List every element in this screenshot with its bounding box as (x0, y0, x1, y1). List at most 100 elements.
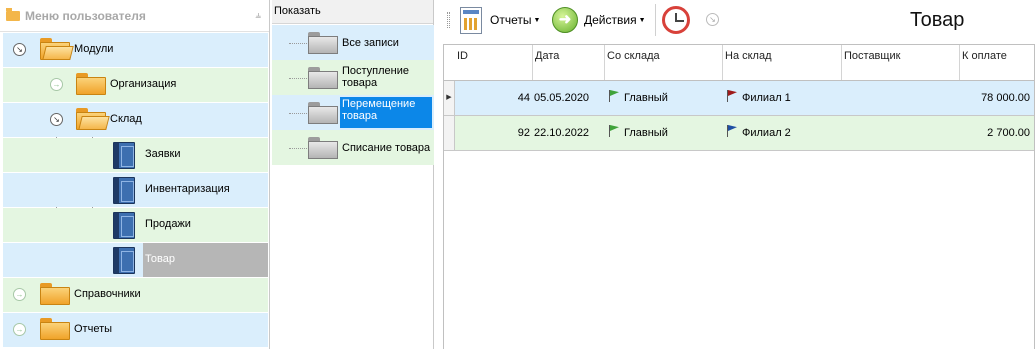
column-header-from[interactable]: Со склада (605, 45, 723, 80)
filter-item-label: Все записи (342, 37, 399, 49)
actions-button-label: Действия (584, 13, 637, 27)
tree-item-organization[interactable]: → Организация (3, 68, 268, 102)
folder-open-icon (40, 36, 74, 60)
folder-icon (308, 32, 338, 54)
tree-item-label: Продажи (145, 218, 191, 230)
cell-id: 92 (517, 127, 530, 139)
tree-item-label: Отчеты (74, 323, 113, 335)
tree-connector (289, 43, 307, 44)
column-header-amount[interactable]: К оплате (960, 45, 1034, 80)
filter-item-label: Списание товара (342, 142, 431, 154)
folder-open-icon (76, 106, 110, 130)
filter-item-transfer[interactable]: Перемещение товара (272, 95, 434, 130)
data-grid: ID Дата Со склада На склад Поставщик К о… (443, 44, 1035, 349)
tree-item-directories[interactable]: → Справочники (3, 278, 268, 312)
tree-item-label: Модули (74, 43, 114, 55)
tree-item-label: Справочники (74, 288, 141, 300)
flag-icon (608, 90, 620, 102)
tree-connector (289, 113, 307, 114)
cell-from: Главный (608, 116, 722, 150)
tree-item-label: Заявки (145, 148, 181, 160)
cell-to: Филиал 1 (726, 81, 840, 115)
filter-item-all[interactable]: Все записи (272, 25, 434, 60)
row-indicator (444, 116, 455, 150)
grid-header: ID Дата Со склада На склад Поставщик К о… (444, 45, 1034, 81)
column-header-id[interactable]: ID (455, 45, 533, 80)
book-icon (113, 142, 135, 169)
cell-date: 05.05.2020 (534, 92, 590, 104)
folder-icon (40, 316, 70, 340)
tree-connector (289, 148, 307, 149)
tree-item-modules[interactable]: ↘ Модули (3, 33, 268, 67)
tree-connector (289, 78, 307, 79)
tree-item-goods[interactable]: Товар (3, 243, 268, 277)
folder-icon (308, 137, 338, 159)
cell-id: 44 (517, 92, 530, 104)
book-icon (113, 247, 135, 274)
folder-icon (6, 7, 20, 21)
page-title: Товар (910, 9, 965, 31)
row-indicator-icon: ▶ (444, 81, 455, 115)
column-header-date[interactable]: Дата (533, 45, 605, 80)
filter-panel: Показать Все записи Поступление товара П… (272, 0, 434, 349)
user-menu-title: Меню пользователя (25, 8, 146, 23)
toolbar: Отчеты ▼ ➜ Действия ▼ ↘ Товар (437, 0, 1035, 40)
folder-icon (40, 281, 70, 305)
cell-from: Главный (608, 81, 722, 115)
reports-button-label: Отчеты (490, 13, 532, 27)
arrow-right-icon: ➜ (552, 7, 578, 33)
filter-item-writeoff[interactable]: Списание товара (272, 130, 434, 165)
expand-icon[interactable]: → (50, 78, 63, 91)
table-row[interactable]: 92 22.10.2022 Главный Филиал 2 2 700.00 (444, 116, 1034, 151)
folder-icon (308, 102, 338, 124)
cell-amount: 2 700.00 (987, 127, 1030, 139)
filter-header: Показать (272, 0, 433, 24)
expand-icon[interactable]: → (13, 288, 26, 301)
flag-icon (726, 125, 738, 137)
tree-item-label: Инвентаризация (145, 183, 230, 195)
cell-date: 22.10.2022 (534, 127, 590, 139)
tree-item-label: Товар (145, 253, 175, 265)
user-menu-header: Меню пользователя ⫨ (0, 0, 269, 32)
folder-icon (308, 67, 338, 89)
tree-item-label: Склад (110, 113, 142, 125)
flag-icon (726, 90, 738, 102)
tree-item-label: Организация (110, 78, 177, 90)
pin-icon[interactable]: ⫨ (255, 10, 261, 21)
actions-button[interactable]: ➜ Действия ▼ (552, 5, 646, 35)
cell-to-text: Филиал 2 (742, 127, 791, 139)
dropdown-arrow-icon: ▼ (638, 16, 646, 24)
tree-item-requests[interactable]: Заявки (3, 138, 268, 172)
cell-to-text: Филиал 1 (742, 92, 791, 104)
column-header-supplier[interactable]: Поставщик (842, 45, 960, 80)
tree-item-warehouse[interactable]: ↘ Склад (3, 103, 268, 137)
book-icon (113, 177, 135, 204)
column-header-to[interactable]: На склад (723, 45, 842, 80)
filter-item-label: Перемещение товара (340, 97, 432, 128)
tree-item-reports[interactable]: → Отчеты (3, 313, 268, 347)
filter-item-receipt[interactable]: Поступление товара (272, 60, 434, 95)
collapse-icon[interactable]: ↘ (13, 43, 26, 56)
toolbar-grip[interactable] (447, 12, 450, 28)
cell-supplier (844, 116, 958, 150)
book-icon (113, 212, 135, 239)
cell-from-text: Главный (624, 127, 668, 139)
clock-icon (662, 6, 690, 34)
timer-button[interactable] (662, 5, 690, 35)
toolbar-separator (655, 4, 656, 36)
flag-icon (608, 125, 620, 137)
cell-from-text: Главный (624, 92, 668, 104)
expand-icon[interactable]: ↘ (706, 13, 719, 26)
user-menu-panel: Меню пользователя ⫨ ↘ Модули → Организац… (0, 0, 270, 349)
report-icon (460, 6, 482, 34)
cell-to: Филиал 2 (726, 116, 840, 150)
expand-icon[interactable]: → (13, 323, 26, 336)
collapse-icon[interactable]: ↘ (50, 113, 63, 126)
cell-supplier (844, 81, 958, 115)
table-row[interactable]: ▶ 44 05.05.2020 Главный Филиал 1 78 000.… (444, 81, 1034, 116)
tree-item-sales[interactable]: Продажи (3, 208, 268, 242)
filter-item-label: Поступление товара (342, 65, 410, 89)
reports-button[interactable]: Отчеты ▼ (460, 5, 540, 35)
tree-item-inventory[interactable]: Инвентаризация (3, 173, 268, 207)
dropdown-arrow-icon: ▼ (533, 16, 541, 24)
